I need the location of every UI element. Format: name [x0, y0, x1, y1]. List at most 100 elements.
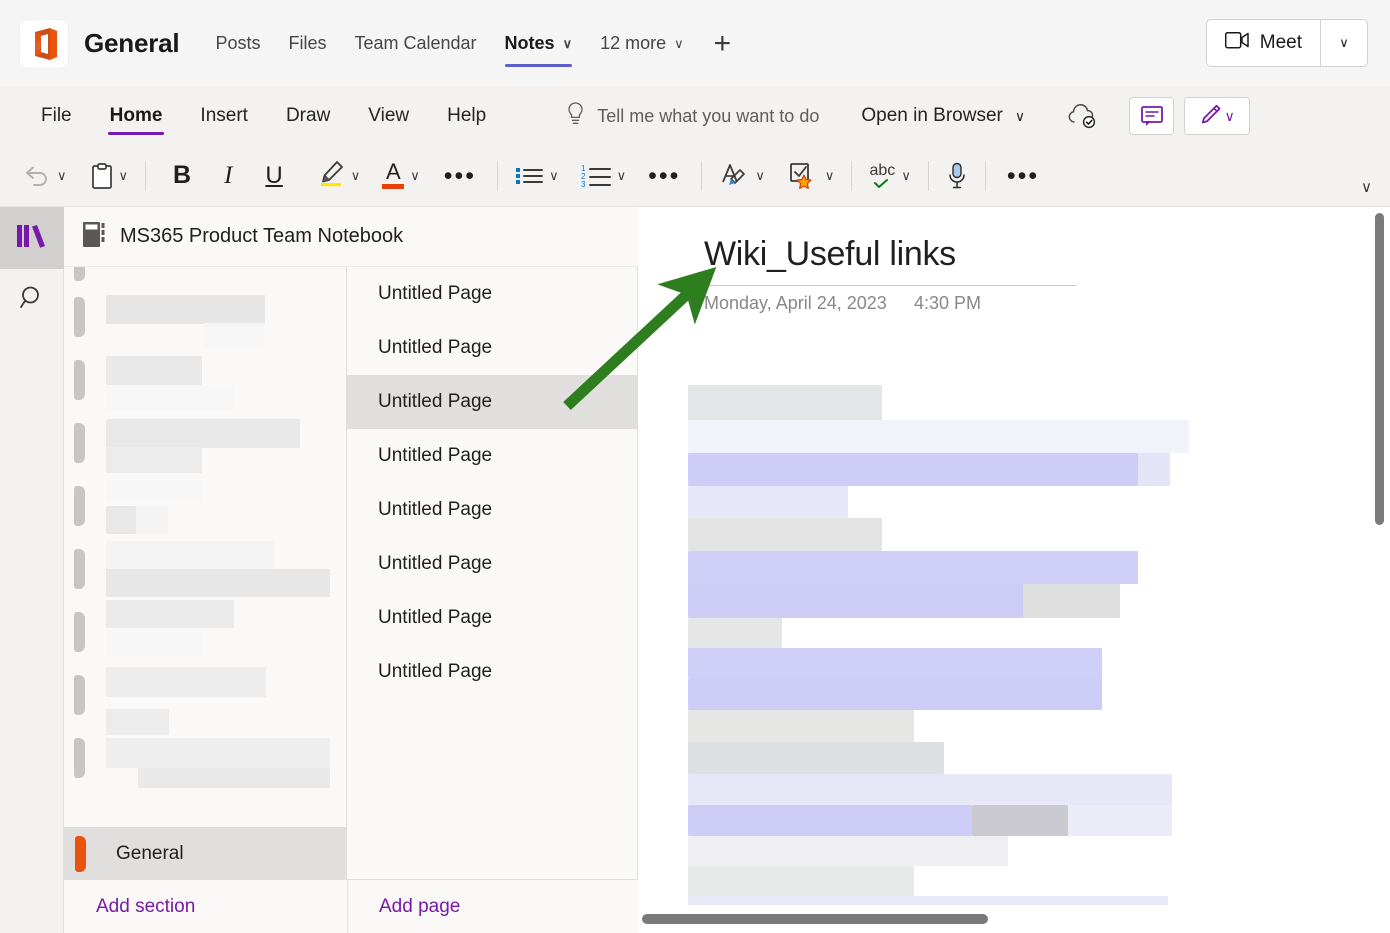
tags-button[interactable]: ∨: [783, 154, 841, 198]
list-item[interactable]: Untitled Page: [347, 537, 637, 591]
undo-button[interactable]: ∨: [18, 154, 73, 198]
chevron-down-icon[interactable]: ∨: [410, 168, 420, 184]
notebook-header[interactable]: MS365 Product Team Notebook: [64, 207, 638, 267]
italic-button[interactable]: I: [207, 154, 249, 198]
ribbon-tab-view[interactable]: View: [349, 87, 428, 145]
ribbon-tab-home[interactable]: Home: [91, 87, 182, 145]
dictate-button[interactable]: [940, 154, 974, 198]
tell-me-search[interactable]: Tell me what you want to do: [567, 101, 819, 131]
list-item[interactable]: Untitled Page: [347, 429, 637, 483]
vertical-scrollbar-track[interactable]: [1368, 207, 1390, 904]
font-color-icon: A: [382, 161, 405, 189]
tab-files[interactable]: Files: [274, 0, 340, 87]
rail-item-notebooks[interactable]: [0, 207, 64, 269]
ribbon-tab-help[interactable]: Help: [428, 87, 505, 145]
paste-button[interactable]: ∨: [85, 154, 135, 198]
open-in-browser-button[interactable]: Open in Browser ∨: [861, 105, 1025, 127]
bold-button[interactable]: B: [157, 154, 207, 198]
underline-button[interactable]: U: [249, 154, 298, 198]
add-page-button[interactable]: Add page: [379, 896, 460, 918]
section-item-general-label: General: [116, 842, 184, 864]
page-time[interactable]: 4:30 PM: [914, 293, 981, 314]
section-tab-marker: [74, 486, 85, 526]
lightbulb-icon: [567, 101, 584, 131]
section-item-general[interactable]: General: [64, 827, 347, 879]
chevron-down-icon[interactable]: ∨: [825, 168, 835, 184]
list-item-selected[interactable]: Untitled Page: [347, 375, 637, 429]
more-font-options-button[interactable]: •••: [434, 154, 486, 198]
numbered-list-button[interactable]: 1 2 3 ∨: [575, 154, 633, 198]
tab-more-label: 12 more: [600, 33, 667, 53]
chevron-down-icon[interactable]: ∨: [119, 168, 129, 184]
tab-more[interactable]: 12 more ∨: [586, 0, 698, 87]
tab-team-calendar[interactable]: Team Calendar: [340, 0, 490, 87]
more-toolbar-options-button[interactable]: •••: [997, 154, 1049, 198]
redacted-text: [1068, 805, 1172, 836]
section-row[interactable]: [64, 474, 346, 537]
tab-notes-label: Notes: [504, 33, 555, 53]
collapse-ribbon-button[interactable]: ∨: [1361, 178, 1372, 196]
list-item[interactable]: Untitled Page: [347, 483, 637, 537]
section-row[interactable]: [64, 726, 346, 789]
pen-draw-button[interactable]: ∨: [1184, 97, 1251, 135]
ribbon-tab-home-label: Home: [109, 105, 163, 126]
chevron-down-icon[interactable]: ∨: [674, 36, 684, 52]
chevron-down-icon[interactable]: ∨: [901, 168, 911, 184]
chevron-down-icon[interactable]: ∨: [57, 168, 67, 184]
ribbon-tab-insert[interactable]: Insert: [181, 87, 267, 145]
tab-notes[interactable]: Notes ∨: [491, 0, 587, 87]
svg-text:3: 3: [581, 180, 586, 188]
ribbon-tab-help-label: Help: [447, 105, 487, 126]
more-paragraph-options-button[interactable]: •••: [638, 154, 690, 198]
toolbar-divider: [497, 160, 499, 191]
cloud-saved-icon[interactable]: [1065, 103, 1099, 129]
list-item[interactable]: Untitled Page: [347, 645, 637, 699]
ribbon-tab-file[interactable]: File: [22, 87, 91, 145]
list-item[interactable]: Untitled Page: [347, 321, 637, 375]
redacted-text: [204, 323, 264, 347]
section-tab-marker: [74, 675, 85, 715]
section-row[interactable]: [64, 411, 346, 474]
list-item[interactable]: Untitled Page: [347, 267, 637, 321]
page-label: Untitled Page: [378, 445, 493, 466]
page-canvas[interactable]: Wiki_Useful links Monday, April 24, 2023…: [638, 207, 1390, 933]
list-item[interactable]: Untitled Page: [347, 591, 637, 645]
chevron-down-icon[interactable]: ∨: [755, 168, 765, 184]
page-date[interactable]: Monday, April 24, 2023: [704, 293, 887, 314]
ribbon-menu-bar: File Home Insert Draw View Help Tell me …: [0, 87, 1390, 145]
add-tab-button[interactable]: +: [698, 27, 748, 61]
redacted-text: [688, 618, 782, 648]
ribbon-tab-draw[interactable]: Draw: [267, 87, 349, 145]
comments-button[interactable]: [1129, 97, 1175, 135]
chevron-down-icon[interactable]: ∨: [549, 168, 559, 184]
chevron-down-icon[interactable]: ∨: [351, 168, 361, 184]
font-color-button[interactable]: A ∨: [376, 154, 426, 198]
divider: [347, 880, 348, 933]
bullet-list-button[interactable]: ∨: [509, 154, 565, 198]
page-title[interactable]: Wiki_Useful links: [704, 235, 956, 274]
section-row[interactable]: [64, 600, 346, 663]
horizontal-scrollbar-track[interactable]: [638, 905, 1390, 933]
search-icon: [19, 284, 46, 316]
section-row[interactable]: [64, 285, 346, 348]
rail-item-search[interactable]: [0, 269, 64, 331]
spellcheck-button[interactable]: abc ∨: [863, 154, 917, 198]
highlight-button[interactable]: ∨: [311, 154, 367, 198]
section-row[interactable]: [64, 537, 346, 600]
meet-dropdown-button[interactable]: ∨: [1320, 20, 1367, 66]
chevron-down-icon[interactable]: ∨: [617, 168, 627, 184]
section-row[interactable]: [64, 348, 346, 411]
vertical-scrollbar-thumb[interactable]: [1375, 213, 1384, 525]
meet-button[interactable]: Meet: [1207, 20, 1320, 66]
add-bar: Add section Add page: [64, 879, 638, 933]
section-row[interactable]: [64, 663, 346, 735]
page-label: Untitled Page: [378, 391, 493, 412]
add-section-button[interactable]: Add section: [96, 896, 195, 918]
styles-button[interactable]: ∨: [713, 154, 771, 198]
chevron-down-icon[interactable]: ∨: [563, 36, 573, 52]
meet-label: Meet: [1259, 32, 1302, 53]
horizontal-scrollbar-thumb[interactable]: [642, 914, 988, 924]
tab-posts[interactable]: Posts: [201, 0, 274, 87]
section-tab-marker: [74, 267, 85, 281]
section-row-partial[interactable]: [64, 267, 346, 285]
